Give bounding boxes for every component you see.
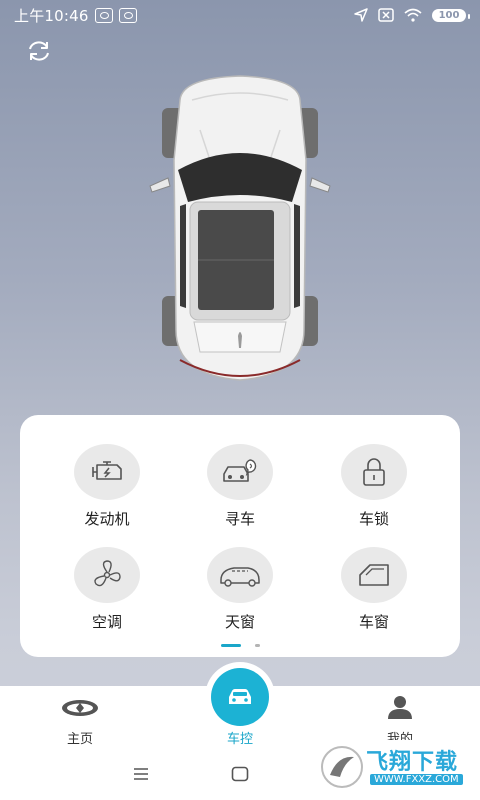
ac-label: 空调 xyxy=(91,613,122,631)
ac-button[interactable] xyxy=(74,547,140,603)
sunroof-icon xyxy=(220,567,260,587)
engine-control[interactable]: 发动机 xyxy=(47,444,167,529)
engine-label: 发动机 xyxy=(84,510,130,528)
lock-control[interactable]: 车锁 xyxy=(314,444,434,529)
lock-button[interactable] xyxy=(341,444,407,500)
watermark-text: 飞翔下载 xyxy=(366,750,459,775)
status-time: 上午10:46 xyxy=(14,6,89,25)
watermark-emblem-icon xyxy=(321,746,363,788)
sunroof-control[interactable]: 天窗 xyxy=(180,547,300,632)
window-button[interactable] xyxy=(341,547,407,603)
location-icon xyxy=(354,8,368,22)
find-car-label: 寻车 xyxy=(224,510,255,528)
sunroof-label: 天窗 xyxy=(224,613,255,631)
wifi-icon xyxy=(404,8,422,22)
watermark-url: WWW.FXXZ.COM xyxy=(370,774,463,785)
tab-car-control-label: 车控 xyxy=(226,732,253,747)
tab-car-control-active[interactable] xyxy=(211,668,269,726)
no-sim-icon xyxy=(378,8,394,22)
car-icon xyxy=(229,689,251,704)
page-indicator-active xyxy=(221,644,241,647)
tab-home[interactable]: 主页 xyxy=(30,686,130,754)
page-indicator xyxy=(255,644,260,647)
notification-cloud-icon xyxy=(118,7,137,23)
menu-icon[interactable] xyxy=(133,767,149,781)
sunroof-button[interactable] xyxy=(207,547,273,603)
home-nav-icon[interactable] xyxy=(231,766,249,782)
refresh-button[interactable] xyxy=(24,36,54,66)
window-control[interactable]: 车窗 xyxy=(314,547,434,632)
user-icon xyxy=(388,696,412,719)
tab-car-control[interactable]: 车控 xyxy=(190,668,290,754)
lock-label: 车锁 xyxy=(358,510,389,528)
find-car-control[interactable]: 寻车 xyxy=(180,444,300,529)
engine-button[interactable] xyxy=(74,444,140,500)
engine-icon xyxy=(92,461,122,480)
status-bar: 上午10:46 100 xyxy=(0,0,480,30)
refresh-icon xyxy=(29,41,49,61)
tab-home-label: 主页 xyxy=(66,732,93,747)
window-label: 车窗 xyxy=(358,613,389,631)
vehicle-image xyxy=(140,70,340,395)
fan-icon xyxy=(94,560,121,587)
find-car-icon xyxy=(223,459,257,482)
brand-logo-icon xyxy=(62,700,98,716)
notification-app-icon xyxy=(94,7,113,23)
ac-control[interactable]: 空调 xyxy=(47,547,167,632)
watermark-logo: 飞翔下载 WWW.FXXZ.COM xyxy=(318,740,470,794)
find-car-button[interactable] xyxy=(207,444,273,500)
battery-indicator: 100 xyxy=(432,8,470,22)
window-icon xyxy=(359,564,389,586)
lock-icon xyxy=(363,458,385,486)
